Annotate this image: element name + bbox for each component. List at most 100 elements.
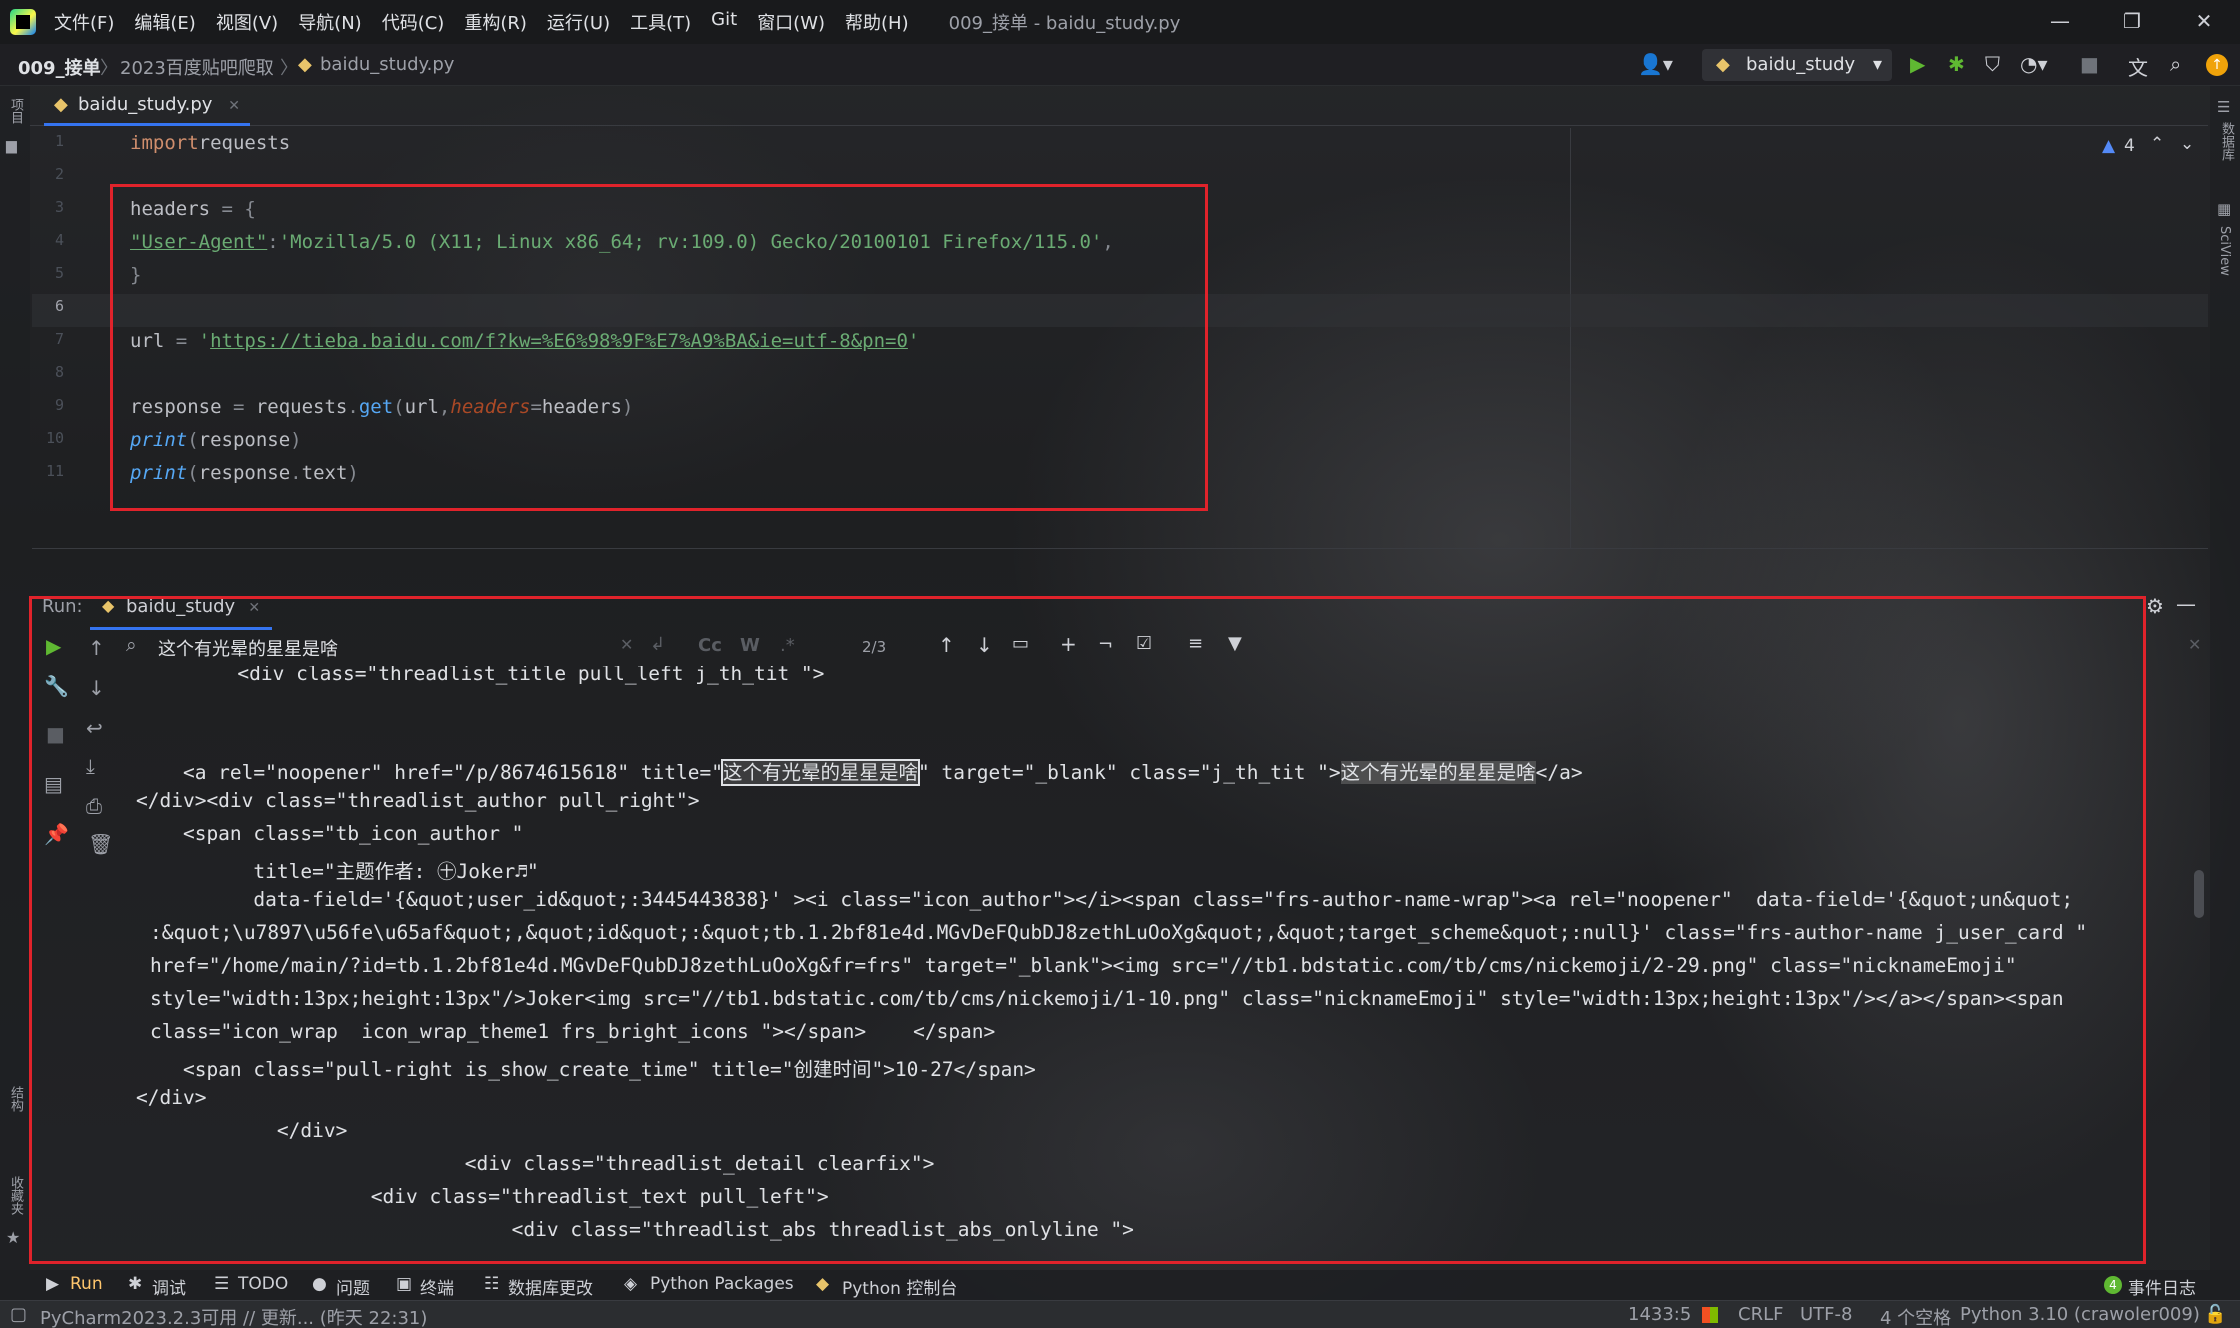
line-number: 10	[45, 429, 64, 447]
user-account-icon[interactable]: 👤▾	[1638, 52, 1673, 76]
window-controls: — ❐ ✕	[2024, 0, 2240, 44]
python-interpreter[interactable]: Python 3.10 (crawoler009)	[1960, 1304, 2200, 1325]
menu-item-9[interactable]: 窗口(W)	[757, 9, 825, 35]
menu-item-2[interactable]: 视图(V)	[216, 9, 278, 35]
debug-tool-button[interactable]: 调试	[152, 1274, 186, 1299]
editor-tabs: ◆ baidu_study.py ✕	[30, 86, 2208, 126]
editor-tab-baidu-study[interactable]: ◆ baidu_study.py ✕	[44, 86, 250, 126]
next-highlight-icon[interactable]: ⌄	[2180, 134, 2194, 154]
pycharm-logo-icon	[10, 9, 36, 35]
close-icon[interactable]: ✕	[2168, 0, 2240, 44]
python-file-icon: ◆	[298, 54, 312, 75]
editor-tab-label: baidu_study.py	[78, 94, 213, 115]
bottom-tool-strip: ▶ Run ✱ 调试 ☰ TODO ● 问题 ▣ 终端 ☷ 数据库更改 ◈ Py…	[0, 1270, 2240, 1300]
python-console-icon: ◆	[816, 1274, 830, 1294]
restore-icon[interactable]: ❐	[2096, 0, 2168, 44]
warning-count: 4	[2124, 136, 2135, 156]
breadcrumb-project[interactable]: 009_接单	[18, 54, 101, 80]
code-highlight-box	[110, 184, 1208, 511]
line-number: 11	[45, 462, 64, 480]
event-log-count: 4	[2104, 1276, 2122, 1294]
chevron-right-icon: 〉	[100, 58, 118, 79]
run-config-label: baidu_study	[1746, 54, 1856, 75]
menu-item-7[interactable]: 工具(T)	[630, 9, 691, 35]
sciview-tool-button[interactable]: SciView	[2217, 226, 2232, 276]
menu-item-6[interactable]: 运行(U)	[547, 9, 610, 35]
menu-item-5[interactable]: 重构(R)	[464, 9, 527, 35]
profile-icon[interactable]: ◔▾	[2020, 52, 2048, 76]
menu-item-0[interactable]: 文件(F)	[54, 9, 114, 35]
main-menu: 文件(F) 编辑(E) 视图(V) 导航(N) 代码(C) 重构(R) 运行(U) 工具(T)…	[54, 9, 929, 35]
coverage-icon[interactable]: ⛉	[1985, 52, 2000, 76]
previous-highlight-icon[interactable]: ⌃	[2150, 134, 2164, 154]
run-config-selector[interactable]: ◆ baidu_study ▾	[1702, 49, 1892, 81]
event-log-button[interactable]: 事件日志	[2128, 1274, 2196, 1299]
navigation-bar: 009_接单 〉 2023百度贴吧爬取 〉 ◆ baidu_study.py 👤…	[0, 44, 2240, 86]
database-icon: ☰	[2217, 98, 2231, 116]
left-tool-strip: 项目 ▆ 结构 收藏夹 ★	[0, 86, 30, 1274]
line-number: 3	[54, 198, 64, 216]
right-margin-guide	[1570, 128, 1571, 548]
menu-item-1[interactable]: 编辑(E)	[134, 9, 195, 35]
line-number: 1	[54, 132, 64, 150]
line-number: 7	[54, 330, 64, 348]
menu-item-4[interactable]: 代码(C)	[382, 9, 445, 35]
settings-gear-icon[interactable]: ⚙	[2146, 594, 2164, 618]
window-title: 009_接单 - baidu_study.py	[948, 13, 1181, 34]
project-tool-button[interactable]: 项目	[6, 98, 25, 124]
database-changes-icon: ☷	[484, 1274, 500, 1294]
panel-divider	[32, 548, 2208, 549]
python-packages-tool-button[interactable]: Python Packages	[650, 1274, 794, 1294]
database-changes-tool-button[interactable]: 数据库更改	[508, 1274, 593, 1299]
problems-tool-button[interactable]: 问题	[336, 1274, 370, 1299]
line-number: 6	[54, 297, 64, 315]
code-line: importrequests	[130, 132, 290, 154]
code-token: requests	[198, 132, 291, 154]
line-separator[interactable]: CRLF	[1738, 1304, 1783, 1325]
chevron-right-icon: 〉	[280, 58, 298, 79]
line-number: 9	[54, 396, 64, 414]
update-icon[interactable]: ↑	[2206, 54, 2228, 76]
breadcrumb-folder[interactable]: 2023百度贴吧爬取	[120, 54, 274, 80]
bookmarks-tool-button[interactable]: 收藏夹	[6, 1176, 25, 1215]
hide-panel-icon[interactable]: —	[2176, 592, 2196, 616]
status-message[interactable]: PyCharm2023.2.3可用 // 更新... (昨天 22:31)	[40, 1304, 427, 1328]
status-bar: ▢ PyCharm2023.2.3可用 // 更新... (昨天 22:31) …	[0, 1300, 2240, 1328]
title-bar: 文件(F) 编辑(E) 视图(V) 导航(N) 代码(C) 重构(R) 运行(U) 工具(T)…	[0, 0, 2240, 44]
close-search-icon[interactable]: ✕	[2188, 635, 2201, 654]
windows-logo-icon	[1702, 1307, 1718, 1323]
line-number: 8	[54, 363, 64, 381]
minimize-icon[interactable]: —	[2024, 0, 2096, 44]
terminal-icon: ▣	[396, 1274, 413, 1294]
todo-tool-button[interactable]: TODO	[238, 1274, 288, 1294]
star-icon: ★	[6, 1228, 21, 1247]
menu-item-3[interactable]: 导航(N)	[298, 9, 362, 35]
sciview-icon: ▦	[2217, 200, 2232, 218]
database-tool-button[interactable]: 数据库	[2217, 122, 2236, 161]
stop-icon[interactable]: ■	[2080, 52, 2099, 76]
translate-icon[interactable]: 文	[2128, 52, 2148, 81]
caret-position[interactable]: 1433:5	[1628, 1304, 1691, 1325]
run-icon[interactable]: ▶	[1910, 52, 1925, 76]
menu-item-10[interactable]: 帮助(H)	[845, 9, 909, 35]
python-console-tool-button[interactable]: Python 控制台	[842, 1274, 957, 1299]
line-number: 5	[54, 264, 64, 282]
chevron-down-icon: ▾	[1872, 54, 1882, 75]
menu-item-8[interactable]: Git	[711, 9, 737, 35]
console-scrollbar[interactable]	[2194, 870, 2204, 918]
lock-icon[interactable]: 🔓	[2204, 1304, 2226, 1325]
indent-setting[interactable]: 4 个空格	[1880, 1304, 1951, 1328]
code-token: import	[130, 132, 199, 154]
warning-icon[interactable]: ▲	[2102, 136, 2115, 156]
terminal-tool-button[interactable]: 终端	[420, 1274, 454, 1299]
python-icon: ◆	[1716, 54, 1730, 75]
breadcrumb-file[interactable]: baidu_study.py	[320, 54, 454, 75]
run-tool-button[interactable]: Run	[70, 1274, 103, 1294]
file-encoding[interactable]: UTF-8	[1800, 1304, 1852, 1325]
status-square-icon[interactable]: ▢	[10, 1304, 27, 1325]
close-tab-icon[interactable]: ✕	[228, 98, 240, 114]
debug-icon[interactable]: ✱	[1948, 52, 1965, 76]
right-tool-strip: ☰ 数据库 ▦ SciView	[2210, 86, 2240, 1274]
search-icon[interactable]: ⌕	[2170, 52, 2181, 76]
structure-tool-button[interactable]: 结构	[6, 1086, 25, 1112]
